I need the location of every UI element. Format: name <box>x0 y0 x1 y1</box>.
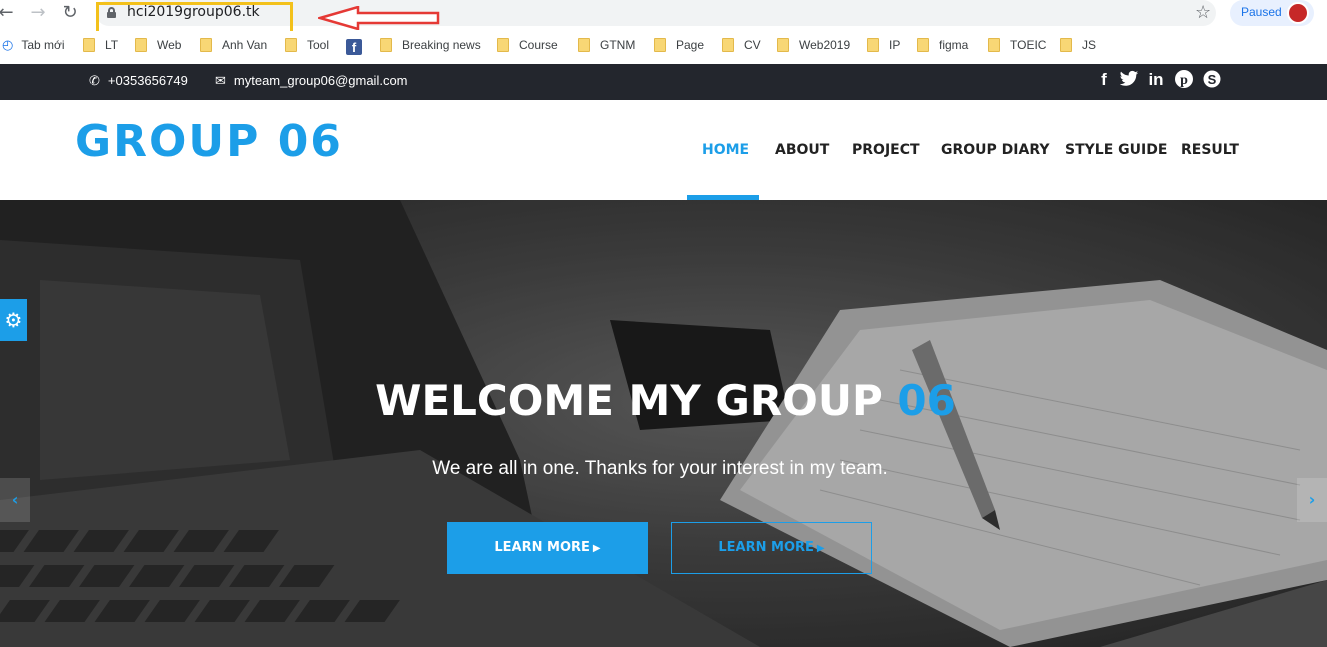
folder-icon <box>917 38 929 52</box>
bookmarks-bar: ◴ Tab mới LT Web Anh Van Tool f Breaking … <box>0 31 1327 59</box>
nav-project[interactable]: PROJECT <box>852 142 920 158</box>
caret-right-icon: ▶ <box>592 543 601 554</box>
svg-text:S: S <box>1208 72 1217 87</box>
folder-icon <box>654 38 666 52</box>
learn-more-button-outline[interactable]: LEARN MORE ▶ <box>671 522 872 574</box>
pinterest-icon[interactable]: p <box>1173 70 1195 93</box>
skype-icon[interactable]: S <box>1201 70 1223 93</box>
email-contact[interactable]: ✉ myteam_group06@gmail.com <box>215 73 408 89</box>
envelope-icon: ✉ <box>215 73 226 88</box>
folder-icon <box>135 38 147 52</box>
folder-icon <box>1060 38 1072 52</box>
slider-prev-arrow[interactable]: ‹ <box>0 478 30 522</box>
folder-icon <box>285 38 297 52</box>
bookmark-course[interactable]: Course <box>497 37 558 53</box>
nav-about[interactable]: ABOUT <box>775 142 829 158</box>
bookmark-gtnm[interactable]: GTNM <box>578 37 635 53</box>
hero-title-highlight: 06 <box>897 376 956 425</box>
nav-home[interactable]: HOME <box>702 142 749 158</box>
hero-subtitle: We are all in one. Thanks for your inter… <box>432 458 888 479</box>
folder-icon <box>777 38 789 52</box>
slider-next-arrow[interactable]: › <box>1297 478 1327 522</box>
hero-title: WELCOME MY GROUP 06 <box>375 376 956 425</box>
nav-group-diary[interactable]: GROUP DIARY <box>941 142 1050 158</box>
bookmark-cv[interactable]: CV <box>722 37 761 53</box>
bookmark-js[interactable]: JS <box>1060 37 1096 53</box>
bookmark-figma[interactable]: figma <box>917 37 968 53</box>
nav-result[interactable]: RESULT <box>1181 142 1239 158</box>
profile-status: Paused <box>1241 5 1282 19</box>
folder-icon <box>497 38 509 52</box>
bookmark-breaking-news[interactable]: Breaking news <box>380 37 481 53</box>
site-logo[interactable]: GROUP 06 <box>75 116 343 167</box>
folder-icon <box>722 38 734 52</box>
avatar[interactable] <box>1287 2 1309 24</box>
bookmark-tool[interactable]: Tool <box>285 37 329 53</box>
folder-icon <box>200 38 212 52</box>
facebook-icon: f <box>346 39 362 55</box>
hero-slider: ⚙ ‹ › WELCOME MY GROUP 06 We are all in … <box>0 200 1327 647</box>
reload-icon[interactable]: ↻ <box>60 3 80 23</box>
folder-icon <box>867 38 879 52</box>
bookmark-toeic[interactable]: TOEIC <box>988 37 1046 53</box>
twitter-icon[interactable] <box>1118 70 1140 93</box>
site-header: GROUP 06 HOME ABOUT PROJECT GROUP DIARY … <box>0 100 1327 200</box>
folder-icon <box>578 38 590 52</box>
browser-toolbar: ← → ↻ hci2019group06.tk ☆ Paused <box>0 0 1327 34</box>
phone-contact: ✆ +0353656749 <box>89 73 188 88</box>
learn-more-button-primary[interactable]: LEARN MORE ▶ <box>447 522 648 574</box>
red-arrow-annotation <box>318 6 440 30</box>
phone-icon: ✆ <box>89 73 100 88</box>
settings-gear-icon[interactable]: ⚙ <box>0 299 27 341</box>
bookmark-page[interactable]: Page <box>654 37 704 53</box>
bookmark-star-icon[interactable]: ☆ <box>1195 2 1211 23</box>
linkedin-icon[interactable]: in <box>1146 70 1166 90</box>
folder-icon <box>380 38 392 52</box>
facebook-icon[interactable]: f <box>1097 70 1111 90</box>
bookmark-facebook[interactable]: f <box>346 37 370 55</box>
bookmark-anh-van[interactable]: Anh Van <box>200 37 267 53</box>
bookmark-web[interactable]: Web <box>135 37 181 53</box>
nav-style-guide[interactable]: STYLE GUIDE <box>1065 142 1167 158</box>
bookmark-tab-moi[interactable]: ◴ Tab mới <box>2 37 65 53</box>
bookmark-ip[interactable]: IP <box>867 37 900 53</box>
back-icon[interactable]: ← <box>0 3 16 23</box>
forward-icon[interactable]: → <box>28 3 48 23</box>
site-topbar: ✆ +0353656749 ✉ myteam_group06@gmail.com f… <box>0 64 1327 100</box>
history-icon: ◴ <box>2 37 14 52</box>
bookmark-lt[interactable]: LT <box>83 37 118 53</box>
caret-right-icon: ▶ <box>816 543 825 554</box>
folder-icon <box>988 38 1000 52</box>
bookmark-web2019[interactable]: Web2019 <box>777 37 850 53</box>
folder-icon <box>83 38 95 52</box>
url-highlight-box <box>96 2 293 34</box>
svg-text:p: p <box>1180 73 1188 88</box>
